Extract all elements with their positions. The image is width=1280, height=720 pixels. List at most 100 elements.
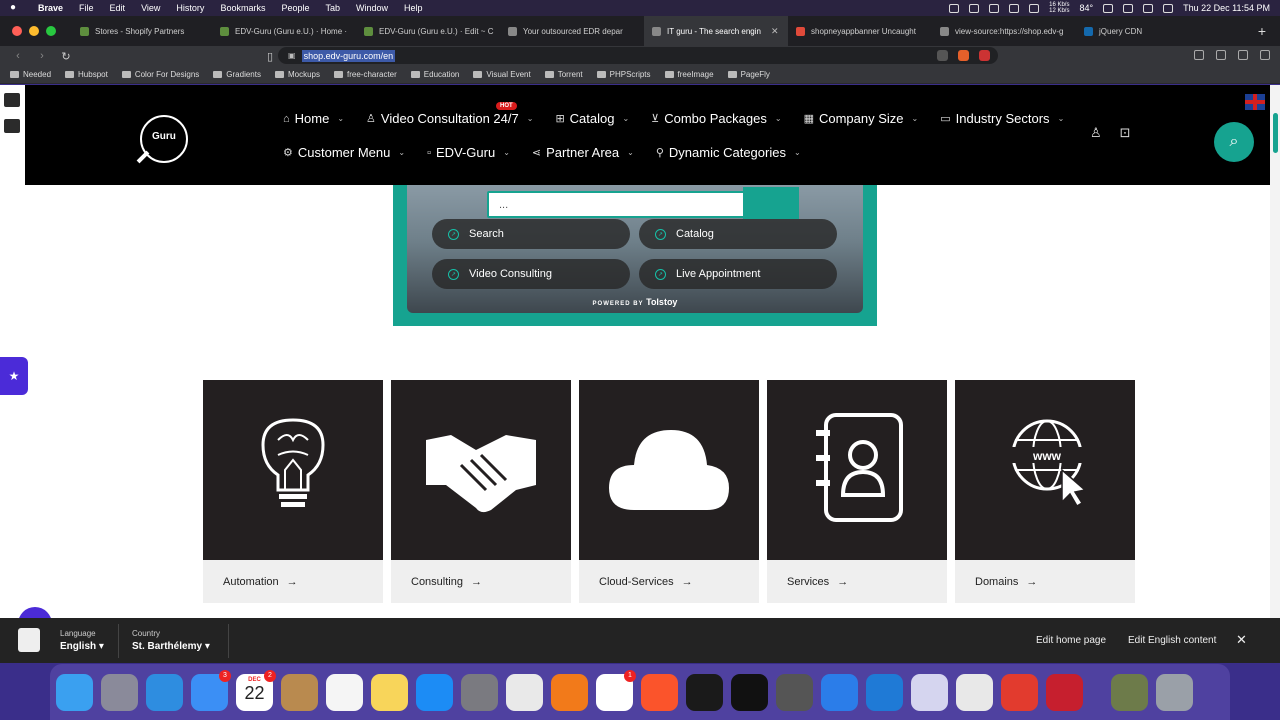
- category-card-services[interactable]: Services →: [767, 380, 947, 603]
- bookmark-item[interactable]: PageFly: [727, 70, 770, 79]
- s-app-icon[interactable]: [1001, 673, 1038, 711]
- notes-icon[interactable]: [371, 673, 408, 711]
- bookmark-item[interactable]: Color For Designs: [121, 70, 199, 79]
- brave-rewards-icon[interactable]: [979, 50, 990, 61]
- browser-tab[interactable]: IT guru - The search engin ✕: [644, 16, 788, 46]
- floating-star-button[interactable]: ★: [0, 357, 28, 395]
- bookmark-item[interactable]: Gradients: [213, 70, 261, 79]
- country-select[interactable]: St. Barthélemy ▾: [132, 641, 210, 652]
- widget-search-button[interactable]: ↗ Search: [432, 219, 630, 249]
- wifi-icon[interactable]: [1143, 3, 1154, 13]
- browser-tab[interactable]: shopneyappbanner Uncaught: [788, 16, 932, 46]
- edit-content-link[interactable]: Edit English content: [1128, 635, 1216, 646]
- nav-item-company-size[interactable]: ▦ Company Size ⌄: [804, 111, 919, 126]
- nav-item-partner-area[interactable]: ⋖ Partner Area ⌄: [532, 145, 634, 160]
- contacts-icon[interactable]: [281, 673, 318, 711]
- bookmark-item[interactable]: Needed: [10, 70, 51, 79]
- trash-icon[interactable]: [1156, 673, 1193, 711]
- category-card-consulting[interactable]: Consulting →: [391, 380, 571, 603]
- database-app-icon[interactable]: [1046, 673, 1083, 711]
- menu-people[interactable]: People: [281, 3, 309, 13]
- browser-tab[interactable]: EDV-Guru (Guru e.U.) · Home ·: [212, 16, 356, 46]
- nav-item-video-consultation-24-7[interactable]: ♙ Video Consultation 24/7 ⌄ HOT: [366, 102, 533, 126]
- menu-edit[interactable]: Edit: [110, 3, 126, 13]
- safari-icon[interactable]: [146, 673, 183, 711]
- status-icon[interactable]: [949, 3, 960, 13]
- brave-icon[interactable]: [641, 673, 678, 711]
- category-card-cloud-services[interactable]: Cloud-Services →: [579, 380, 759, 603]
- new-tab-button[interactable]: +: [1258, 23, 1266, 39]
- uk-flag-icon[interactable]: [1245, 94, 1265, 110]
- back-icon[interactable]: ‹: [12, 50, 24, 62]
- status-icon[interactable]: [989, 3, 1000, 13]
- nav-item-home[interactable]: ⌂ Home ⌄: [283, 111, 344, 126]
- browser-tab[interactable]: view-source:https://shop.edv-g: [932, 16, 1076, 46]
- scrollbar-thumb[interactable]: [1273, 113, 1278, 153]
- menu-view[interactable]: View: [141, 3, 160, 13]
- browser-tab[interactable]: Stores - Shopify Partners: [72, 16, 212, 46]
- nav-item-industry-sectors[interactable]: ▭ Industry Sectors ⌄: [940, 111, 1064, 126]
- nav-item-customer-menu[interactable]: ⚙ Customer Menu ⌄: [283, 145, 405, 160]
- close-window-icon[interactable]: [12, 26, 22, 36]
- browser-tab[interactable]: jQuery CDN: [1076, 16, 1220, 46]
- nav-item-combo-packages[interactable]: ⊻ Combo Packages ⌄: [651, 111, 781, 126]
- menu-app[interactable]: Brave: [38, 3, 63, 13]
- app-store-icon[interactable]: [416, 673, 453, 711]
- reminders-icon[interactable]: [326, 673, 363, 711]
- brave-shield-icon[interactable]: [958, 50, 969, 61]
- photo-editor-icon[interactable]: [776, 673, 813, 711]
- bbedit-icon[interactable]: [911, 673, 948, 711]
- status-icon[interactable]: [1009, 3, 1020, 13]
- firefox-icon[interactable]: [551, 673, 588, 711]
- menu-bookmarks[interactable]: Bookmarks: [220, 3, 265, 13]
- lock-icon[interactable]: ▣: [288, 51, 296, 60]
- side-play-icon[interactable]: [4, 93, 20, 107]
- widget-live-appointment-button[interactable]: ↗ Live Appointment: [639, 259, 837, 289]
- widget-catalog-button[interactable]: ↗ Catalog: [639, 219, 837, 249]
- browser-tab[interactable]: Your outsourced EDR depar: [500, 16, 644, 46]
- slack-icon[interactable]: 1: [596, 669, 636, 711]
- bookmark-item[interactable]: Education: [410, 70, 459, 79]
- xcode-icon[interactable]: [821, 673, 858, 711]
- menu-tab[interactable]: Tab: [325, 3, 340, 13]
- edit-home-page-link[interactable]: Edit home page: [1036, 635, 1106, 646]
- flask-app-icon[interactable]: [686, 673, 723, 711]
- status-icon[interactable]: [1103, 3, 1114, 13]
- signature-app-icon[interactable]: [956, 673, 993, 711]
- search-icon[interactable]: [1163, 3, 1174, 13]
- address-bar[interactable]: ▣ shop.edv-guru.com/en: [278, 47, 998, 64]
- browser-tab[interactable]: EDV-Guru (Guru e.U.) · Edit ~ C: [356, 16, 500, 46]
- system-settings-icon[interactable]: [461, 673, 498, 711]
- menu-file[interactable]: File: [79, 3, 94, 13]
- powered-by[interactable]: POWERED BY Tolstoy: [407, 297, 863, 307]
- bookmark-item[interactable]: PHPScripts: [596, 70, 651, 79]
- cart-icon[interactable]: ⊡: [1120, 125, 1131, 141]
- nav-item-edv-guru[interactable]: ▫ EDV-Guru ⌄: [427, 145, 510, 160]
- extensions-icon[interactable]: [1194, 50, 1204, 60]
- scrollbar[interactable]: [1270, 85, 1280, 663]
- widget-search-input[interactable]: ...: [487, 191, 745, 218]
- nav-item-dynamic-categories[interactable]: ⚲ Dynamic Categories ⌄: [656, 145, 801, 160]
- minimize-window-icon[interactable]: [29, 26, 39, 36]
- reload-icon[interactable]: ↻: [60, 50, 72, 63]
- side-apple-icon[interactable]: [4, 119, 20, 133]
- apple-icon[interactable]: ●: [10, 3, 20, 13]
- forward-icon[interactable]: ›: [36, 50, 48, 62]
- status-icon[interactable]: [1029, 3, 1040, 13]
- category-card-domains[interactable]: www Domains →: [955, 380, 1135, 603]
- status-icon[interactable]: [969, 3, 980, 13]
- calendar-icon[interactable]: DEC 22 2: [236, 669, 276, 711]
- menu-icon[interactable]: [1260, 50, 1270, 60]
- category-card-automation[interactable]: Automation →: [203, 380, 383, 603]
- bookmark-item[interactable]: Mockups: [274, 70, 320, 79]
- account-icon[interactable]: ♙: [1090, 125, 1102, 141]
- bookmark-item[interactable]: freeImage: [664, 70, 714, 79]
- widget-video-consulting-button[interactable]: ↗ Video Consulting: [432, 259, 630, 289]
- menu-help[interactable]: Help: [404, 3, 423, 13]
- menu-history[interactable]: History: [176, 3, 204, 13]
- site-search-button[interactable]: ⌕: [1214, 122, 1254, 162]
- battery-icon[interactable]: [1123, 3, 1134, 13]
- url-text[interactable]: shop.edv-guru.com/en: [301, 49, 396, 62]
- wallet-icon[interactable]: [1238, 50, 1248, 60]
- finder-icon[interactable]: [56, 673, 93, 711]
